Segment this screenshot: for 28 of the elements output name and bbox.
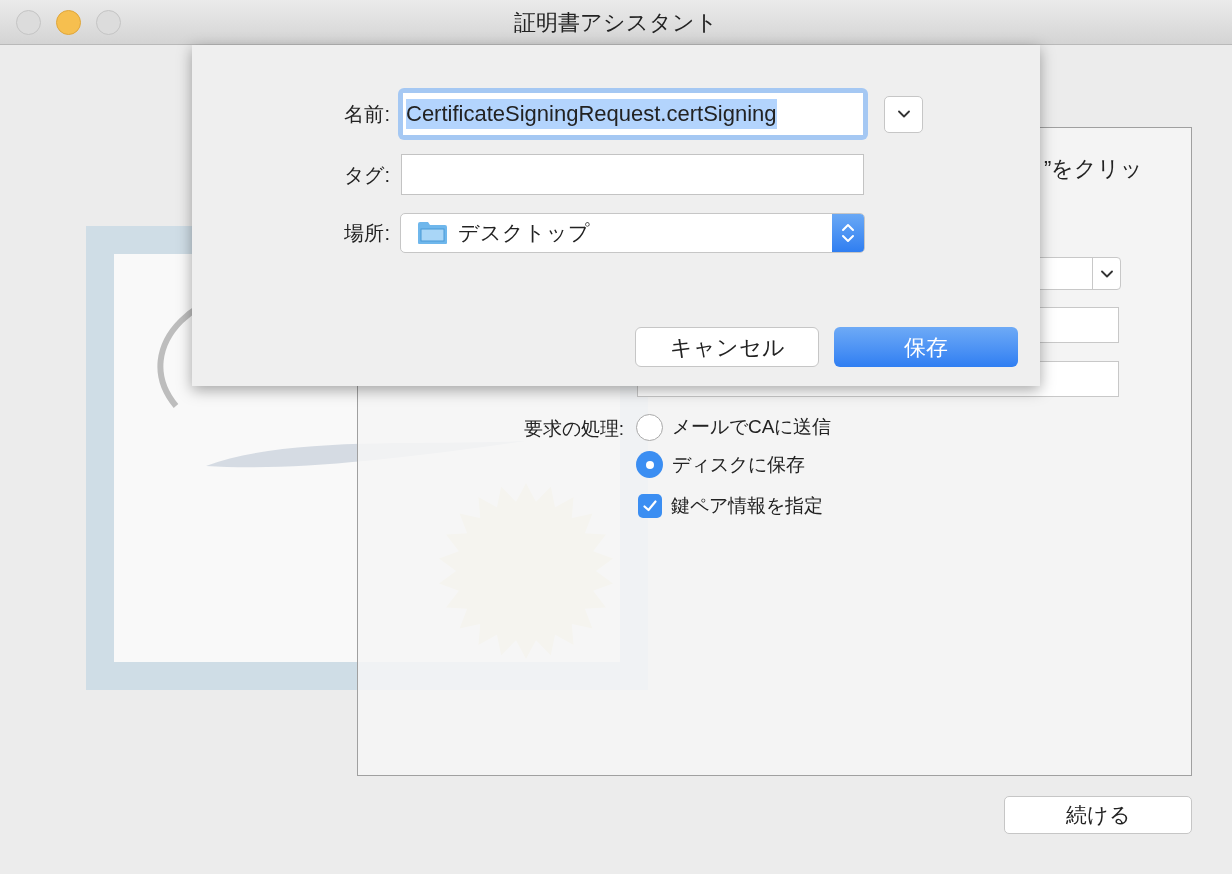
folder-icon [417, 221, 448, 245]
name-value: CertificateSigningRequest.certSigning [406, 99, 777, 129]
close-button[interactable] [16, 9, 41, 35]
chevron-down-icon [897, 110, 910, 118]
checkbox-label: 鍵ペア情報を指定 [671, 494, 823, 518]
expand-button[interactable] [884, 95, 923, 133]
continue-button[interactable]: 続ける [1004, 796, 1192, 834]
radio-label: ディスクに保存 [672, 452, 805, 477]
radio-button[interactable] [636, 413, 663, 441]
name-field[interactable]: CertificateSigningRequest.certSigning [398, 88, 868, 140]
tags-label: タグ: [343, 162, 390, 188]
minimize-button[interactable] [56, 9, 81, 35]
chevron-down-icon [1100, 269, 1113, 278]
radio-label: メールでCAに送信 [672, 415, 832, 439]
checkmark-icon [643, 500, 657, 513]
instruction-text: ”をクリッ [1044, 155, 1145, 183]
cancel-button[interactable]: キャンセル [635, 327, 819, 367]
radio-button[interactable] [636, 451, 663, 479]
location-label: 場所: [343, 221, 390, 246]
window-title: 証明書アシスタント [514, 8, 718, 37]
stepper-arrows-icon [841, 221, 855, 245]
location-value: デスクトップ [458, 220, 591, 247]
checkbox[interactable] [638, 494, 662, 519]
zoom-button[interactable] [96, 9, 121, 35]
request-handling-label: 要求の処理: [522, 417, 624, 441]
name-label: 名前: [343, 102, 390, 127]
tags-field[interactable] [401, 154, 864, 195]
location-popup[interactable]: デスクトップ [400, 213, 865, 253]
